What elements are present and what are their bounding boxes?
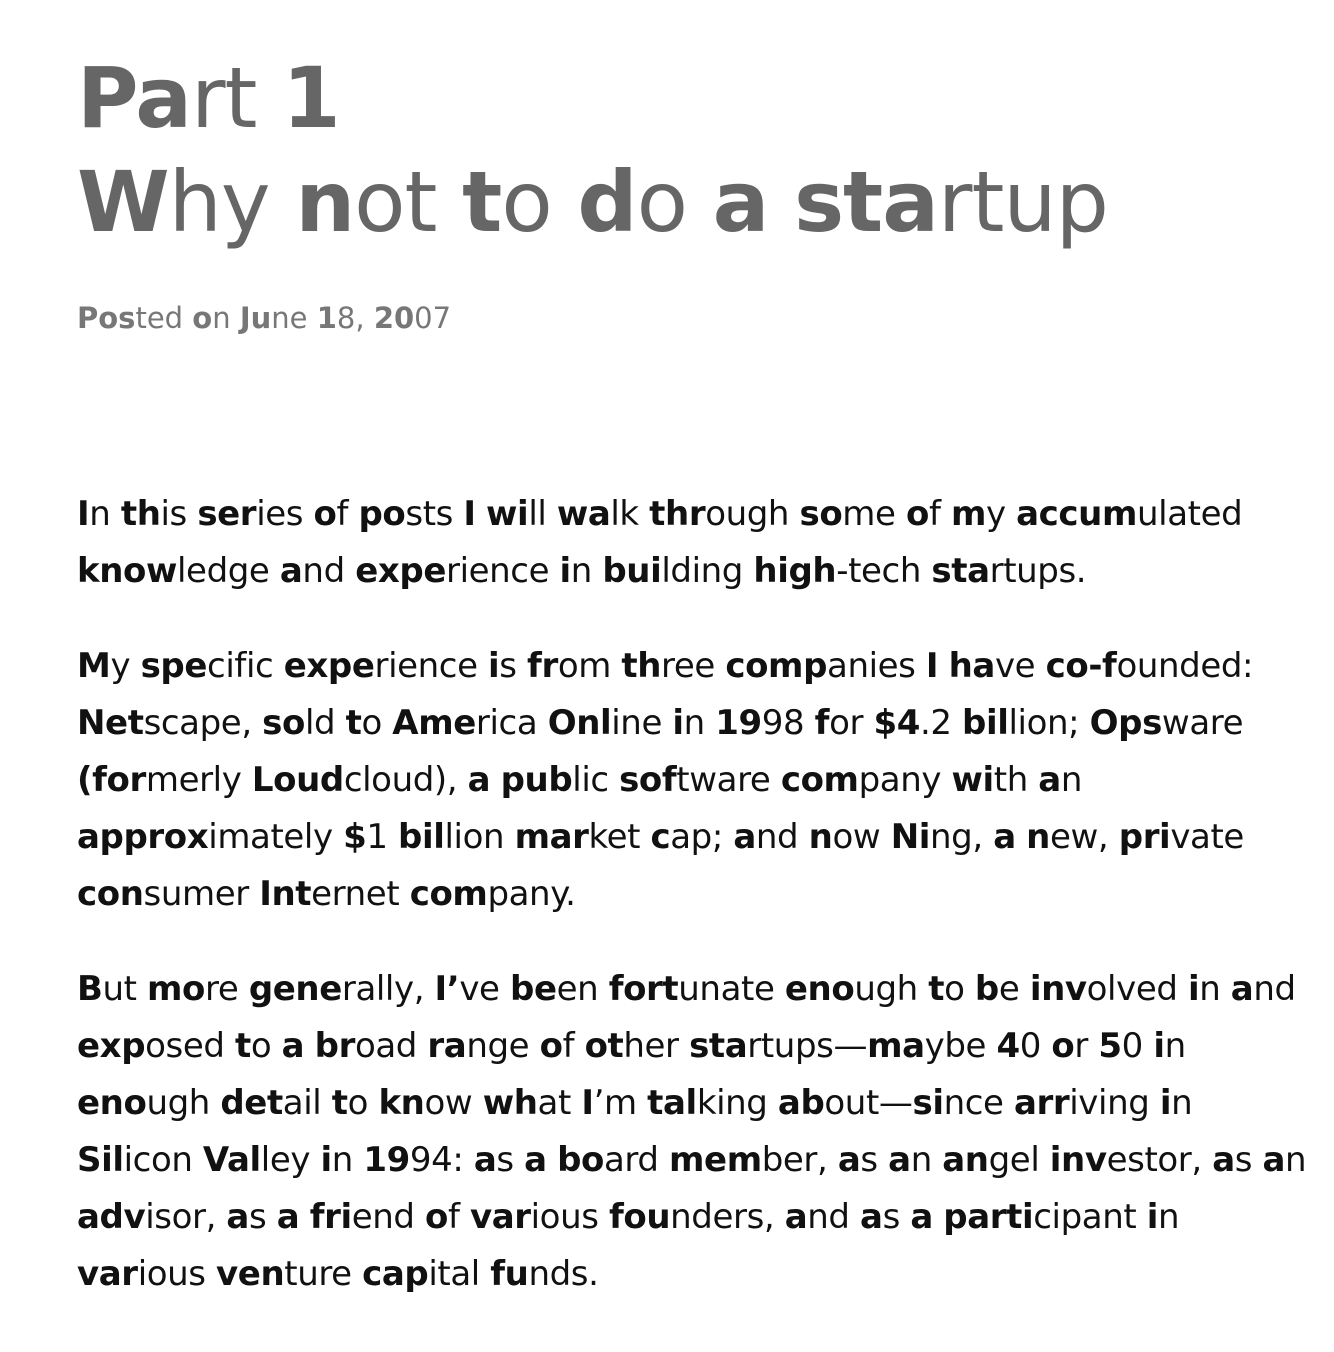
title-heading: Why not to do a startup [77,153,1109,251]
article-body: In this series of posts I will walk thro… [77,486,1317,1303]
paragraph: My specific experience is from three com… [77,646,1254,914]
title-part: Part 1 [77,49,341,147]
post-date: Posted on June 18, 2007 [77,301,452,335]
article: Part 1 Why not to do a startup Posted on… [77,46,1317,1341]
article-title: Part 1 Why not to do a startup [77,46,1317,254]
paragraph: In this series of posts I will walk thro… [77,494,1243,591]
paragraph: But more generally, I’ve been fortunate … [77,969,1307,1294]
